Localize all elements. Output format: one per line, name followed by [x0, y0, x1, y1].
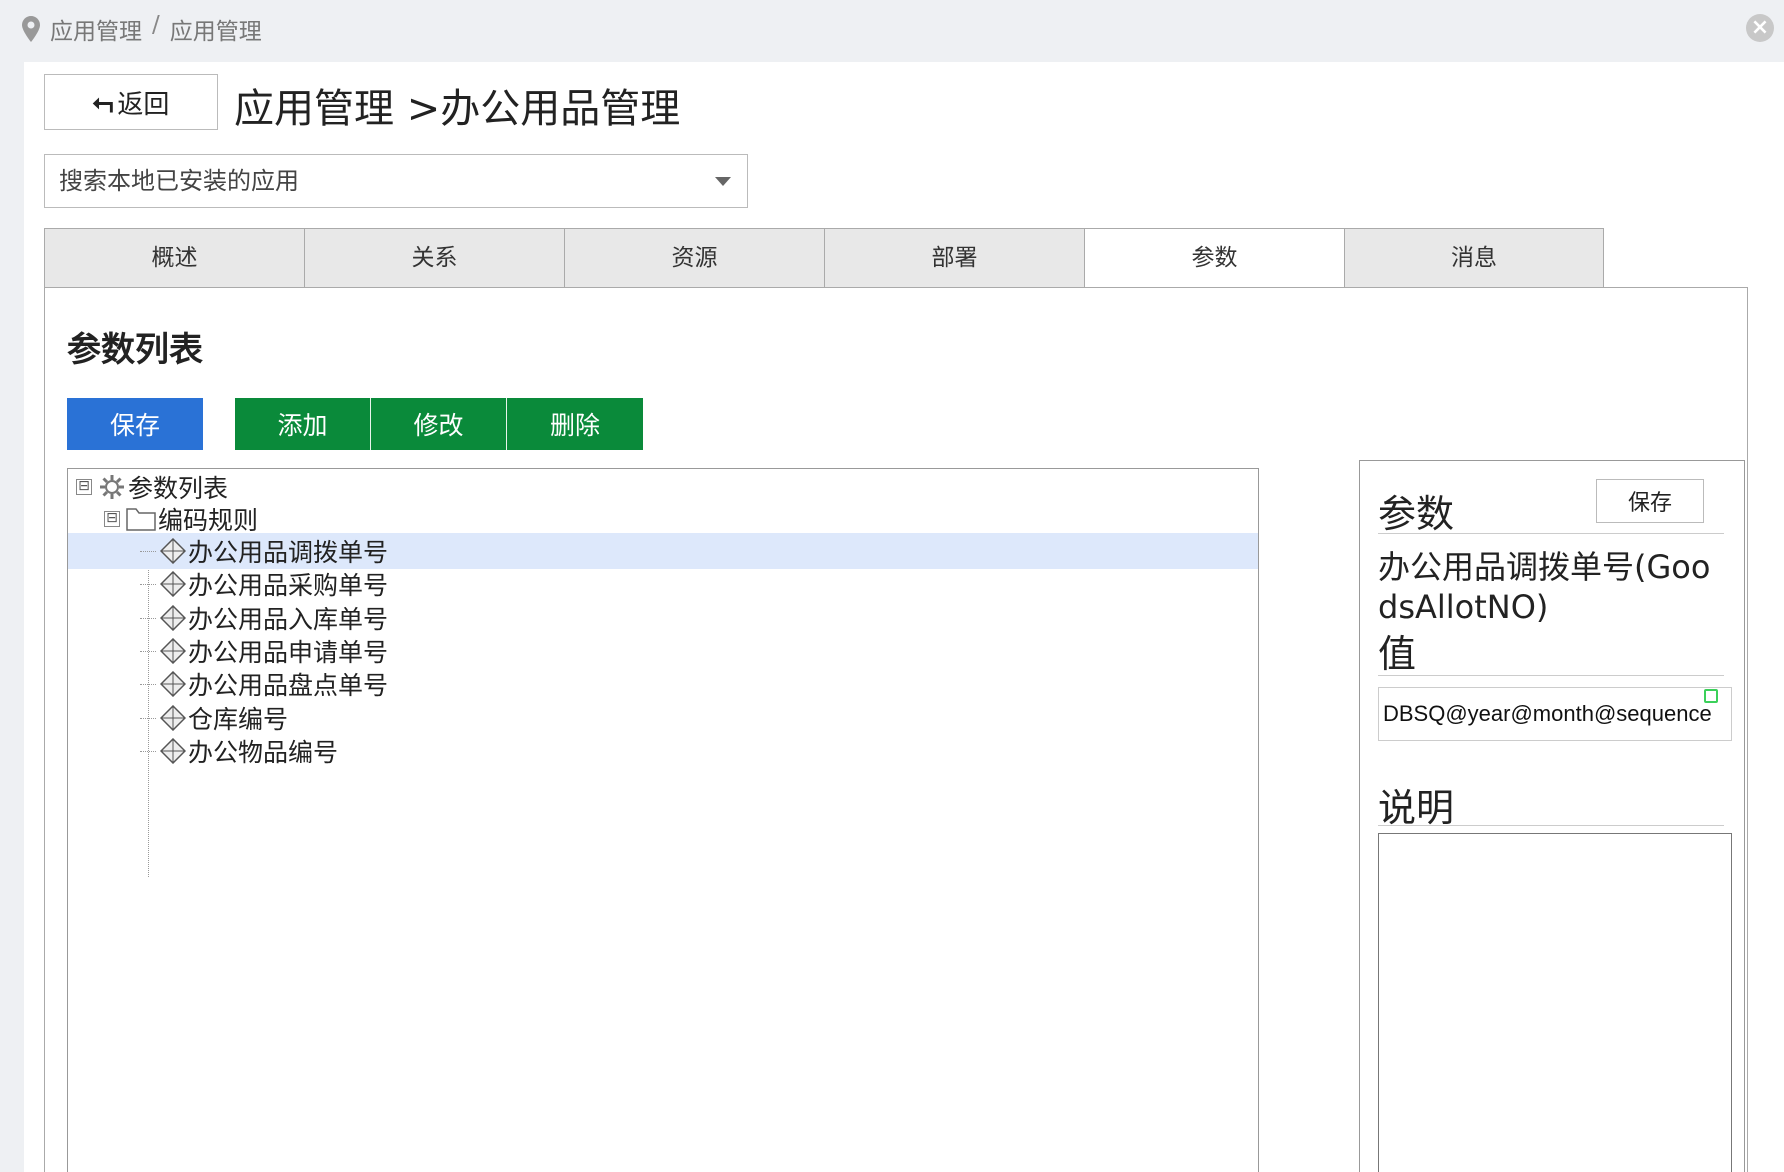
detail-save-button[interactable]: 保存	[1596, 479, 1704, 523]
parameter-diamond-icon	[160, 738, 186, 764]
tree-connector	[140, 650, 156, 652]
tab-overview[interactable]: 概述	[44, 228, 304, 288]
folder-icon	[126, 508, 156, 531]
tab-bar: 概述 关系 资源 部署 参数 消息	[44, 228, 1604, 288]
back-arrow-icon: ⮢	[92, 86, 114, 117]
save-button[interactable]: 保存	[67, 398, 203, 450]
tree-connector	[140, 683, 156, 685]
tree-leaf-item[interactable]: 仓库编号	[140, 700, 288, 736]
top-bar: 应用管理 / 应用管理 ×	[0, 0, 1784, 60]
tab-resources[interactable]: 资源	[564, 228, 824, 288]
description-textarea[interactable]	[1378, 833, 1732, 1172]
breadcrumb-separator: /	[152, 12, 160, 38]
tree-node-label: 办公用品申请单号	[188, 638, 389, 667]
tree-node-folder[interactable]: ⊟ 编码规则	[104, 501, 258, 537]
tree-node-root[interactable]: ⊟ 参数列表	[76, 469, 228, 505]
tree-connector	[140, 717, 156, 719]
tree-node-label: 办公用品入库单号	[188, 605, 389, 634]
tree-connector	[140, 617, 156, 619]
tree-leaf-item[interactable]: 办公用品采购单号	[140, 566, 388, 602]
back-button-label: 返回	[117, 89, 170, 120]
page-title: 应用管理 >办公用品管理	[234, 86, 681, 132]
parameter-tree: ⊟ 参数列表 ⊟ 编码规则 办公用品调拨单号 办公用品采购单号 办公用品入库单号…	[67, 468, 1259, 1172]
parameter-name: 办公用品调拨单号(GoodsAllotNO)	[1378, 548, 1711, 626]
tree-leaf-item[interactable]: 办公用品调拨单号	[68, 533, 1258, 569]
parameter-diamond-icon	[160, 671, 186, 697]
tree-node-label: 仓库编号	[188, 705, 289, 734]
tree-leaf-item[interactable]: 办公用品申请单号	[140, 633, 388, 669]
breadcrumb-item[interactable]: 应用管理	[50, 12, 142, 46]
parameter-diamond-icon	[160, 605, 186, 631]
tab-deployment[interactable]: 部署	[824, 228, 1084, 288]
tree-node-label: 编码规则	[158, 506, 259, 535]
detail-title: 参数	[1378, 492, 1455, 536]
parameter-diamond-icon	[160, 705, 186, 731]
search-placeholder: 搜索本地已安装的应用	[59, 167, 299, 195]
divider	[1378, 825, 1724, 826]
app-search-select[interactable]: 搜索本地已安装的应用	[44, 154, 748, 208]
parameter-detail-panel: 参数 保存 办公用品调拨单号(GoodsAllotNO) 值 说明	[1359, 460, 1745, 1172]
breadcrumb: 应用管理 / 应用管理	[50, 12, 262, 46]
divider	[1378, 533, 1724, 534]
tab-content: 参数列表 保存 添加 修改 删除 ⊟ 参数列表 ⊟ 编码规则 办公用品调拨单号 …	[44, 287, 1748, 1172]
collapse-toggle-icon[interactable]: ⊟	[76, 479, 92, 495]
add-button[interactable]: 添加	[235, 398, 371, 450]
input-assist-icon	[1704, 689, 1718, 703]
description-label: 说明	[1378, 786, 1455, 830]
parameter-diamond-icon	[160, 538, 186, 564]
delete-button[interactable]: 删除	[507, 398, 643, 450]
tab-parameters[interactable]: 参数	[1084, 228, 1344, 288]
tree-leaf-item[interactable]: 办公用品盘点单号	[140, 666, 388, 702]
tree-connector	[140, 750, 156, 752]
tree-node-label: 办公用品盘点单号	[188, 671, 389, 700]
parameter-diamond-icon	[160, 571, 186, 597]
breadcrumb-item[interactable]: 应用管理	[170, 12, 262, 46]
back-button[interactable]: ⮢ 返回	[44, 74, 218, 130]
action-button-group: 添加 修改 删除	[235, 398, 643, 450]
edit-button[interactable]: 修改	[371, 398, 507, 450]
tree-node-label: 办公用品采购单号	[188, 571, 389, 600]
divider	[1378, 675, 1724, 676]
collapse-toggle-icon[interactable]: ⊟	[104, 511, 120, 527]
tree-leaf-item[interactable]: 办公物品编号	[140, 733, 338, 769]
close-icon[interactable]: ×	[1746, 14, 1774, 42]
value-label: 值	[1378, 632, 1417, 676]
main-panel: ⮢ 返回 应用管理 >办公用品管理 搜索本地已安装的应用 概述 关系 资源 部署…	[24, 62, 1784, 1172]
gear-icon	[100, 475, 124, 499]
tree-node-label: 办公物品编号	[188, 738, 339, 767]
value-field[interactable]	[1378, 687, 1732, 741]
section-title: 参数列表	[67, 330, 203, 370]
tree-connector	[140, 583, 156, 585]
parameter-diamond-icon	[160, 638, 186, 664]
tree-leaf-item[interactable]: 办公用品入库单号	[140, 600, 388, 636]
location-pin-icon	[22, 16, 40, 42]
tab-relations[interactable]: 关系	[304, 228, 564, 288]
tree-connector	[140, 550, 156, 552]
tree-node-label: 参数列表	[128, 474, 229, 503]
tab-messages[interactable]: 消息	[1344, 228, 1604, 288]
chevron-down-icon[interactable]	[715, 177, 731, 186]
tree-node-label: 办公用品调拨单号	[188, 538, 389, 567]
